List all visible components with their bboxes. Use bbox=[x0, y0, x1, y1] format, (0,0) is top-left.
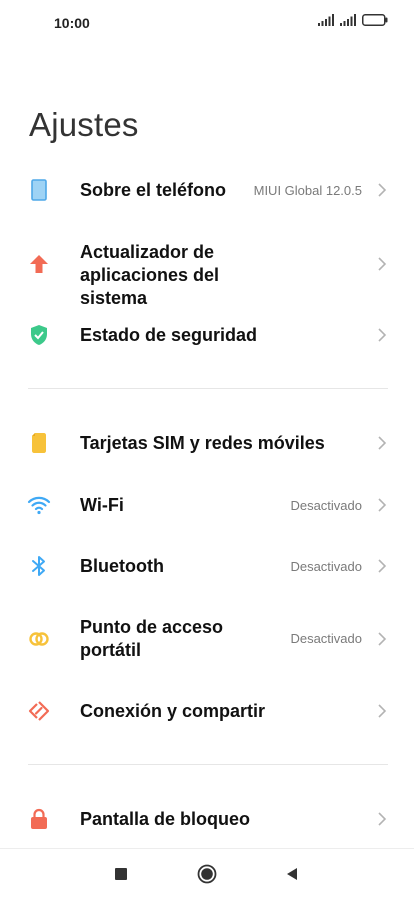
chevron-right-icon bbox=[377, 703, 387, 719]
lock-screen-item[interactable]: Pantalla de bloqueo bbox=[0, 797, 414, 841]
home-icon[interactable] bbox=[195, 862, 219, 886]
chevron-right-icon bbox=[377, 631, 387, 647]
page-title: Ajustes bbox=[29, 106, 139, 143]
hotspot-icon bbox=[27, 627, 51, 651]
system-apps-updater-item[interactable]: Actualizador de aplicaciones del sistema bbox=[0, 239, 414, 308]
section-divider bbox=[28, 388, 388, 389]
sim-networks-item[interactable]: Tarjetas SIM y redes móviles bbox=[0, 421, 414, 465]
hotspot-value: Desactivado bbox=[290, 631, 362, 646]
bluetooth-item[interactable]: Bluetooth Desactivado bbox=[0, 544, 414, 588]
sim-card-icon bbox=[27, 431, 51, 455]
battery-icon bbox=[362, 14, 388, 26]
about-phone-label: Sobre el teléfono bbox=[80, 180, 227, 200]
connection-sharing-label: Conexión y compartir bbox=[80, 701, 266, 721]
security-status-item[interactable]: Estado de seguridad bbox=[0, 313, 414, 357]
wifi-label: Wi-Fi bbox=[80, 495, 124, 515]
connection-sharing-item[interactable]: Conexión y compartir bbox=[0, 689, 414, 733]
clock: 10:00 bbox=[54, 15, 90, 31]
bluetooth-label: Bluetooth bbox=[80, 556, 164, 576]
signal-icon bbox=[340, 14, 356, 26]
hotspot-item[interactable]: Punto de acceso portátil Desactivado bbox=[0, 614, 414, 664]
chevron-right-icon bbox=[377, 811, 387, 827]
wifi-item[interactable]: Wi-Fi Desactivado bbox=[0, 483, 414, 527]
wifi-value: Desactivado bbox=[290, 498, 362, 513]
status-bar: 10:00 bbox=[0, 0, 414, 48]
chevron-right-icon bbox=[377, 256, 387, 272]
hotspot-label: Punto de acceso portátil bbox=[80, 617, 224, 660]
about-phone-value: MIUI Global 12.0.5 bbox=[253, 183, 362, 198]
chevron-right-icon bbox=[377, 435, 387, 451]
wifi-icon bbox=[27, 493, 51, 517]
bluetooth-value: Desactivado bbox=[290, 559, 362, 574]
chevron-right-icon bbox=[377, 327, 387, 343]
phone-icon bbox=[27, 178, 51, 202]
chevron-right-icon bbox=[377, 497, 387, 513]
sim-networks-label: Tarjetas SIM y redes móviles bbox=[80, 433, 325, 453]
share-icon bbox=[27, 699, 51, 723]
section-divider bbox=[28, 764, 388, 765]
recents-icon[interactable] bbox=[109, 862, 133, 886]
signal-icon bbox=[318, 14, 334, 26]
arrow-up-icon bbox=[27, 252, 51, 276]
back-icon[interactable] bbox=[280, 862, 304, 886]
chevron-right-icon bbox=[377, 182, 387, 198]
lock-icon bbox=[27, 807, 51, 831]
about-phone-item[interactable]: Sobre el teléfono MIUI Global 12.0.5 bbox=[0, 168, 414, 212]
chevron-right-icon bbox=[377, 558, 387, 574]
status-icons bbox=[318, 14, 388, 26]
navigation-bar bbox=[0, 848, 414, 898]
lock-screen-label: Pantalla de bloqueo bbox=[80, 809, 251, 829]
shield-check-icon bbox=[27, 323, 51, 347]
security-status-label: Estado de seguridad bbox=[80, 325, 258, 345]
system-apps-updater-label: Actualizador de aplicaciones del sistema bbox=[80, 242, 220, 308]
bluetooth-icon bbox=[27, 554, 51, 578]
